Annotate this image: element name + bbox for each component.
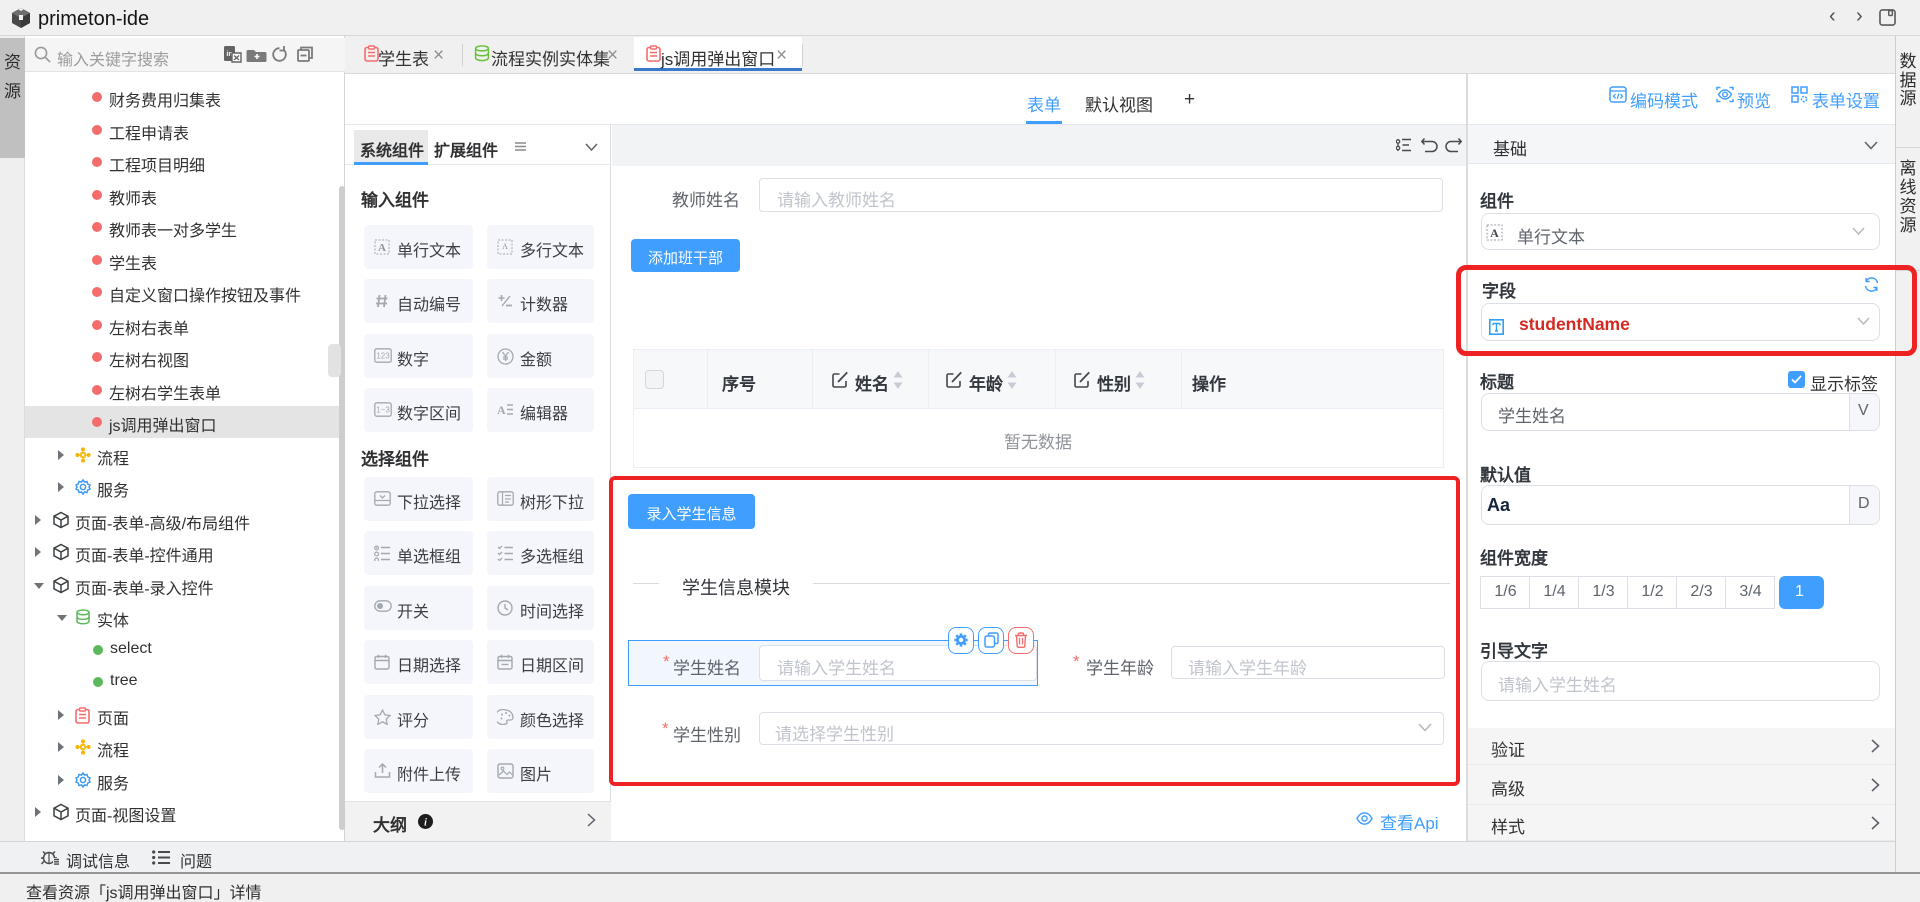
- svg-text:A: A: [1490, 226, 1499, 240]
- svg-text:123: 123: [376, 352, 390, 361]
- svg-text:A: A: [497, 403, 506, 417]
- svg-text:A: A: [502, 242, 508, 251]
- svg-text:A: A: [378, 242, 386, 254]
- svg-text:1~3: 1~3: [376, 406, 390, 415]
- svg-text:i: i: [424, 817, 427, 828]
